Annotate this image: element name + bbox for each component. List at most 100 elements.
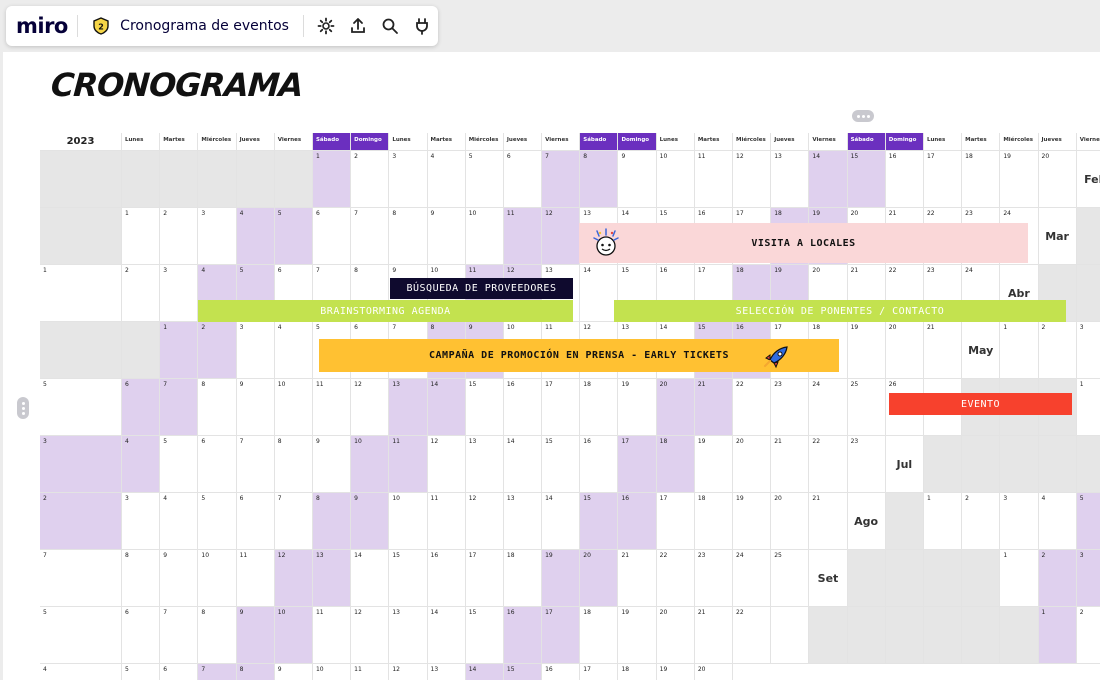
day-cell[interactable]: 8 <box>580 151 619 208</box>
day-cell[interactable]: 11 <box>312 607 352 664</box>
day-cell[interactable]: 2 <box>1038 550 1077 607</box>
day-cell[interactable]: 15 <box>503 664 543 680</box>
day-cell[interactable]: 4 <box>274 322 313 379</box>
more-options-handle[interactable] <box>852 110 874 122</box>
day-cell[interactable] <box>40 208 122 265</box>
day-cell[interactable]: 3 <box>1076 322 1100 379</box>
day-cell[interactable] <box>885 550 924 607</box>
event-bar[interactable]: EVENTO <box>889 393 1072 415</box>
day-cell[interactable]: 20 <box>1038 151 1077 208</box>
day-cell[interactable] <box>1076 208 1100 265</box>
day-cell[interactable]: 3 <box>1076 550 1100 607</box>
day-cell[interactable]: 10 <box>389 493 428 550</box>
day-cell[interactable] <box>1076 265 1100 322</box>
miro-logo[interactable]: miro <box>16 14 71 38</box>
day-cell[interactable] <box>962 436 1001 493</box>
day-cell[interactable]: 7 <box>40 550 122 607</box>
day-cell[interactable]: 9 <box>351 493 390 550</box>
day-cell[interactable]: 11 <box>694 151 733 208</box>
day-cell[interactable]: 17 <box>580 664 619 680</box>
day-cell[interactable]: 13 <box>465 436 504 493</box>
day-cell[interactable]: 20 <box>580 550 619 607</box>
day-cell[interactable]: 4 <box>427 151 466 208</box>
day-cell[interactable]: 13 <box>503 493 543 550</box>
day-cell[interactable]: 15 <box>580 493 619 550</box>
day-cell[interactable] <box>160 151 199 208</box>
day-cell[interactable]: 13 <box>389 379 428 436</box>
day-cell[interactable]: 16 <box>503 607 543 664</box>
day-cell[interactable]: 14 <box>809 151 848 208</box>
day-cell[interactable]: 9 <box>236 607 275 664</box>
day-cell[interactable]: 19 <box>694 436 733 493</box>
day-cell[interactable] <box>923 436 963 493</box>
day-cell[interactable]: 2 <box>122 265 161 322</box>
day-cell[interactable]: 2 <box>1076 607 1100 664</box>
day-cell[interactable]: 12 <box>351 607 390 664</box>
day-cell[interactable]: 7 <box>236 436 275 493</box>
day-cell[interactable]: 18 <box>962 151 1001 208</box>
day-cell[interactable] <box>1038 436 1077 493</box>
day-cell[interactable]: 11 <box>427 493 466 550</box>
day-cell[interactable]: 5 <box>40 379 122 436</box>
day-cell[interactable]: 12 <box>351 379 390 436</box>
day-cell[interactable]: 14 <box>465 664 504 680</box>
day-cell[interactable] <box>885 607 924 664</box>
day-cell[interactable]: 13 <box>312 550 352 607</box>
day-cell[interactable]: 4 <box>122 436 161 493</box>
day-cell[interactable]: 9 <box>312 436 352 493</box>
day-cell[interactable]: 16 <box>580 436 619 493</box>
day-cell[interactable]: 16 <box>618 493 657 550</box>
day-cell[interactable]: 9 <box>160 550 199 607</box>
day-cell[interactable]: 22 <box>656 550 695 607</box>
share-button[interactable] <box>342 9 374 43</box>
day-cell[interactable]: 6 <box>312 208 352 265</box>
day-cell[interactable]: 5 <box>465 151 504 208</box>
day-cell[interactable]: 17 <box>656 493 695 550</box>
day-cell[interactable]: 5 <box>40 607 122 664</box>
day-cell[interactable]: 14 <box>427 607 466 664</box>
day-cell[interactable]: 19 <box>618 607 657 664</box>
day-cell[interactable]: 8 <box>122 550 161 607</box>
day-cell[interactable] <box>274 151 313 208</box>
day-cell[interactable] <box>1000 436 1039 493</box>
day-cell[interactable] <box>962 607 1001 664</box>
day-cell[interactable]: 10 <box>656 151 695 208</box>
day-cell[interactable]: 17 <box>542 607 581 664</box>
day-cell[interactable]: 15 <box>847 151 886 208</box>
day-cell[interactable]: 13 <box>427 664 466 680</box>
day-cell[interactable]: 8 <box>236 664 275 680</box>
day-cell[interactable]: 8 <box>312 493 352 550</box>
day-cell[interactable]: 10 <box>312 664 352 680</box>
day-cell[interactable]: 12 <box>274 550 313 607</box>
day-cell[interactable] <box>962 550 1001 607</box>
day-cell[interactable]: 20 <box>771 493 810 550</box>
day-cell[interactable]: 14 <box>427 379 466 436</box>
day-cell[interactable]: 8 <box>198 379 237 436</box>
day-cell[interactable]: 12 <box>542 208 581 265</box>
day-cell[interactable]: 2 <box>1038 322 1077 379</box>
day-cell[interactable] <box>847 550 886 607</box>
day-cell[interactable]: 1 <box>312 151 352 208</box>
day-cell[interactable]: 1 <box>1000 322 1039 379</box>
day-cell[interactable]: 18 <box>656 436 695 493</box>
day-cell[interactable] <box>1000 607 1039 664</box>
day-cell[interactable]: 1 <box>122 208 161 265</box>
day-cell[interactable]: 18 <box>503 550 543 607</box>
day-cell[interactable]: 6 <box>160 664 199 680</box>
shield-badge-icon[interactable]: 2 <box>90 14 113 38</box>
apps-button[interactable] <box>406 9 438 43</box>
day-cell[interactable]: 6 <box>236 493 275 550</box>
day-cell[interactable]: 5 <box>274 208 313 265</box>
day-cell[interactable]: 22 <box>733 607 772 664</box>
event-bar[interactable]: BÚSQUEDA DE PROVEEDORES <box>390 278 573 299</box>
day-cell[interactable] <box>122 151 161 208</box>
day-cell[interactable]: 25 <box>771 550 810 607</box>
day-cell[interactable]: 5 <box>198 493 237 550</box>
day-cell[interactable]: 7 <box>160 379 199 436</box>
day-cell[interactable]: 21 <box>618 550 657 607</box>
day-cell[interactable] <box>122 322 161 379</box>
day-cell[interactable]: 3 <box>160 265 199 322</box>
day-cell[interactable]: 20 <box>656 607 695 664</box>
day-cell[interactable]: 22 <box>733 379 772 436</box>
day-cell[interactable]: 17 <box>618 436 657 493</box>
